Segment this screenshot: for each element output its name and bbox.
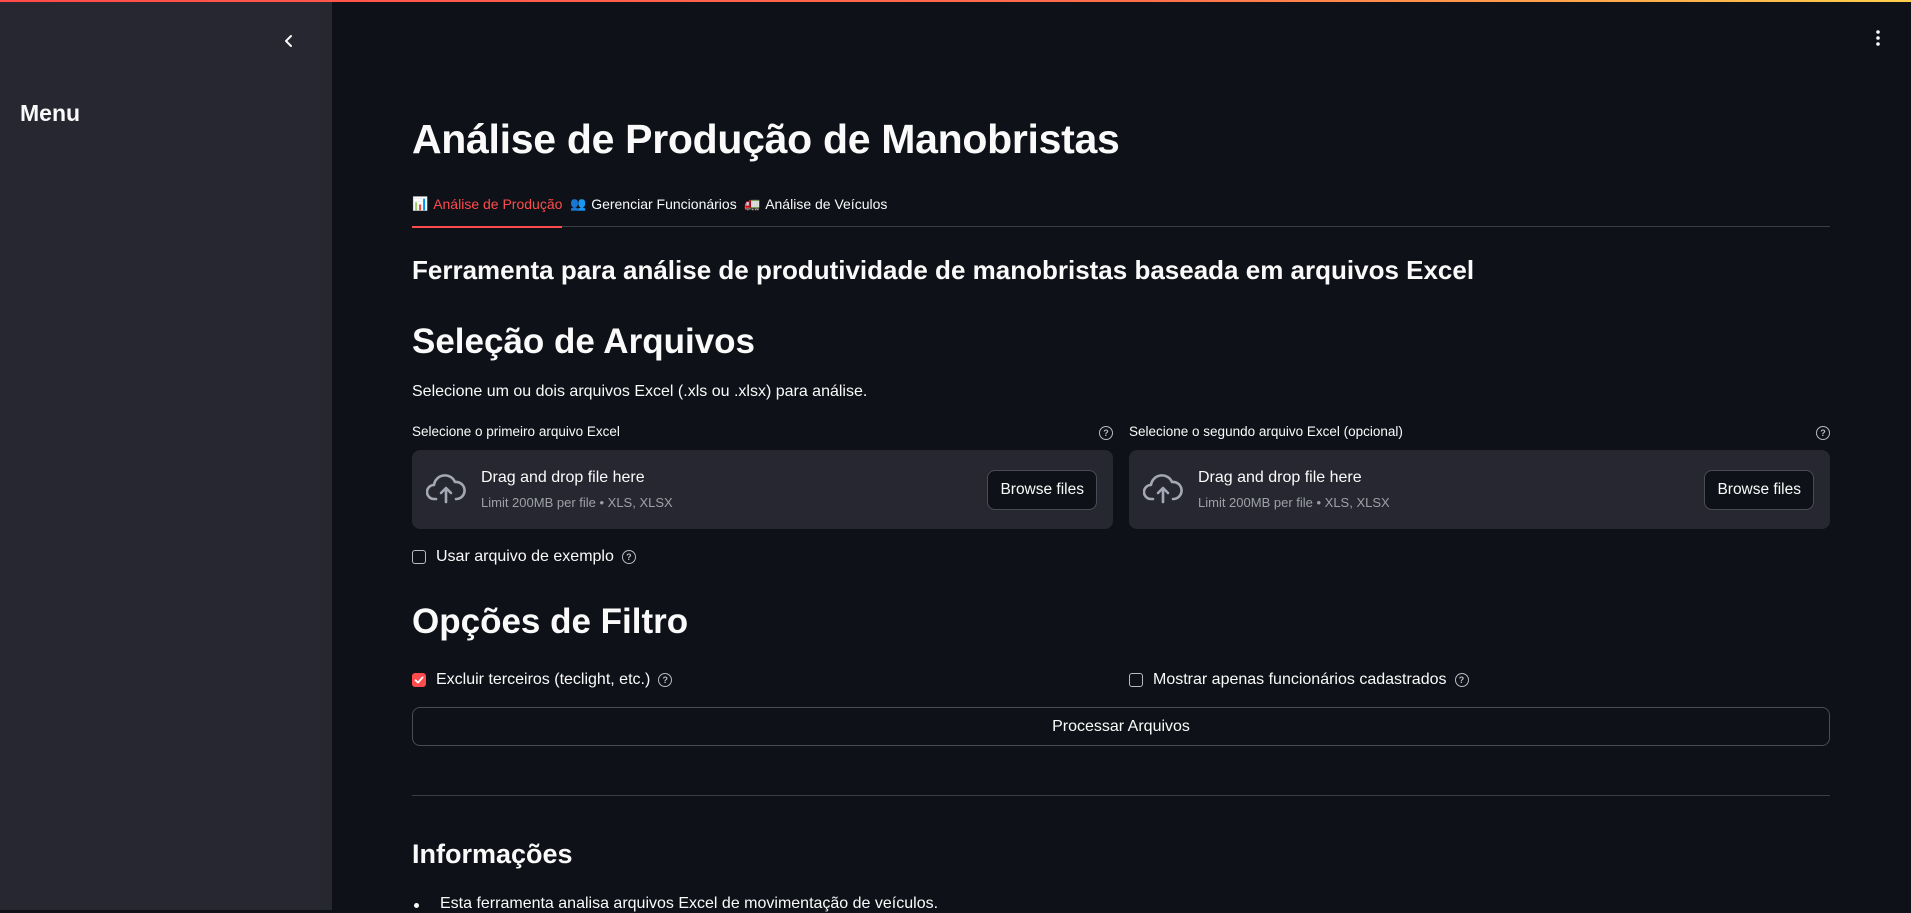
dropzone-text: Drag and drop file here [481,469,645,486]
sidebar: Menu [0,0,332,910]
files-section-heading: Seleção de Arquivos [412,322,755,361]
tab-label: Gerenciar Funcionários [591,196,737,212]
checkbox-label: Usar arquivo de exemplo [436,548,614,565]
example-file-checkbox[interactable]: Usar arquivo de exemplo ? [412,548,636,566]
uploader-label: Selecione o primeiro arquivo Excel [412,424,620,439]
help-icon[interactable]: ? [1099,426,1113,440]
registered-only-checkbox[interactable]: Mostrar apenas funcionários cadastrados … [1129,671,1469,689]
main-menu-button[interactable] [1868,26,1888,50]
checkbox-label: Mostrar apenas funcionários cadastrados [1153,671,1447,688]
checkbox-label: Excluir terceiros (teclight, etc.) [436,671,651,688]
browse-files-button[interactable]: Browse files [1704,470,1814,510]
cloud-upload-icon [1143,474,1183,504]
help-icon[interactable]: ? [1454,673,1469,687]
dropzone-limit-text: Limit 200MB per file • XLS, XLSX [1198,495,1390,510]
top-decoration-bar [0,0,1911,2]
help-icon[interactable]: ? [621,550,636,564]
people-icon: 👥 [570,196,587,211]
main-content: Análise de Produção de Manobristas 📊 Aná… [412,0,1830,912]
tab-analise-producao[interactable]: 📊 Análise de Produção [412,196,563,228]
checkbox-unchecked[interactable] [1129,673,1143,687]
page-subtitle: Ferramenta para análise de produtividade… [412,255,1475,285]
sidebar-title: Menu [20,100,81,126]
dropzone[interactable]: Drag and drop file here Limit 200MB per … [412,450,1113,529]
chevron-left-icon [285,35,292,47]
help-icon[interactable]: ? [658,673,673,687]
divider [412,795,1830,796]
page-title: Análise de Produção de Manobristas [412,116,1120,162]
info-section-heading: Informações [412,839,573,869]
bar-chart-icon: 📊 [412,196,429,211]
process-files-button[interactable]: Processar Arquivos [412,707,1830,746]
tab-bar: 📊 Análise de Produção 👥 Gerenciar Funcio… [412,190,1830,228]
kebab-menu-icon [1876,30,1880,46]
files-section-description: Selecione um ou dois arquivos Excel (.xl… [412,383,868,400]
dropzone-limit-text: Limit 200MB per file • XLS, XLSX [481,495,673,510]
tab-label: Análise de Veículos [765,196,888,212]
collapse-sidebar-button[interactable] [278,30,300,52]
filter-section-heading: Opções de Filtro [412,602,689,641]
uploader-label: Selecione o segundo arquivo Excel (opcio… [1129,424,1403,439]
tab-label: Análise de Produção [433,196,563,212]
help-icon[interactable]: ? [1816,426,1830,440]
tab-analise-veiculos[interactable]: 🚛 Análise de Veículos [744,196,887,225]
exclude-third-parties-checkbox[interactable]: Excluir terceiros (teclight, etc.) ? [412,671,673,689]
dropzone-text: Drag and drop file here [1198,469,1362,486]
dropzone[interactable]: Drag and drop file here Limit 200MB per … [1129,450,1830,529]
checkmark-icon [414,676,424,684]
checkbox-checked[interactable] [412,673,426,687]
truck-icon: 🚛 [744,196,761,211]
browse-files-button[interactable]: Browse files [987,470,1097,510]
cloud-upload-icon [426,474,466,504]
checkbox-unchecked[interactable] [412,550,426,564]
info-bullet-item: Esta ferramenta analisa arquivos Excel d… [413,895,939,912]
tab-gerenciar-funcionarios[interactable]: 👥 Gerenciar Funcionários [570,196,737,225]
